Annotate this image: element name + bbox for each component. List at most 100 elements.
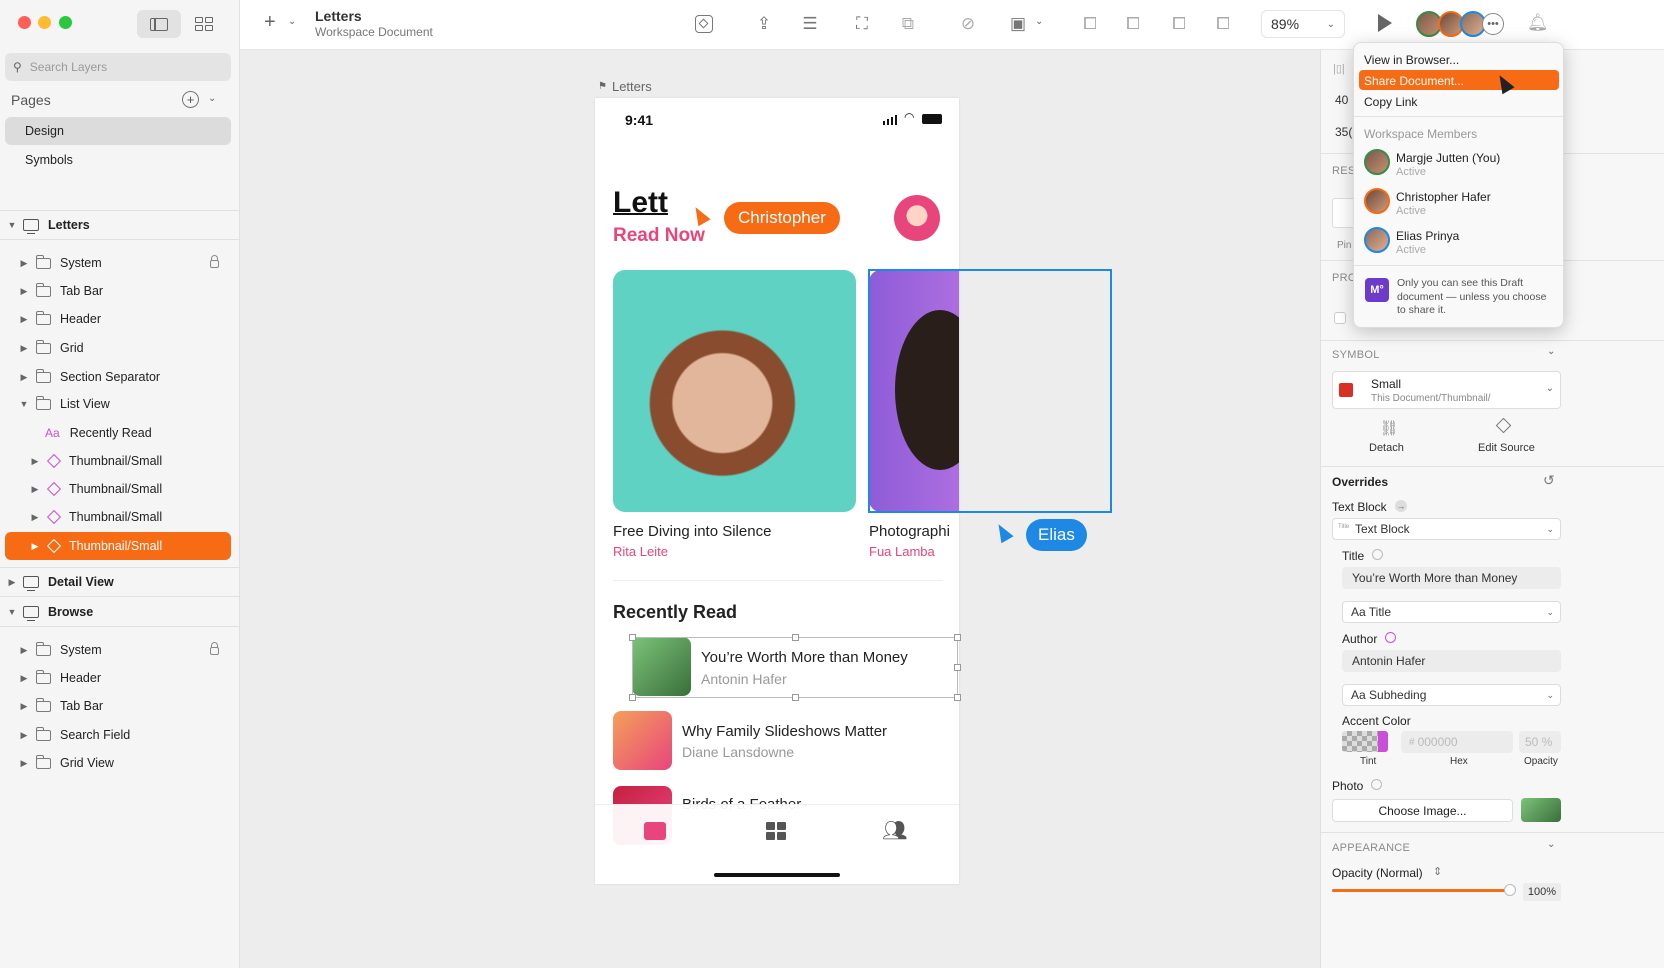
chevron-down-icon[interactable]: ⌄ — [208, 93, 216, 104]
layer-list-view[interactable]: ▼ List View — [5, 390, 231, 418]
opacity-mode-label[interactable]: Opacity (Normal) — [1332, 866, 1423, 880]
chevron-right-icon: ▶ — [31, 511, 39, 522]
more-icon[interactable]: ••• — [1482, 13, 1504, 35]
layer-tab-bar[interactable]: ▶ Tab Bar — [5, 692, 231, 720]
hex-input[interactable]: #000000 — [1401, 731, 1513, 753]
layer-thumbnail-small[interactable]: ▶ Thumbnail/Small — [5, 447, 231, 475]
layer-artboard-detail-view[interactable]: ▶ Detail View — [5, 568, 231, 596]
symbol-select[interactable]: Small This Document/Thumbnail/ ⌄ — [1332, 371, 1561, 409]
layers-icon[interactable] — [1371, 779, 1382, 790]
chevron-down-icon[interactable]: ⌄ — [1035, 16, 1043, 27]
layers-icon[interactable] — [1385, 632, 1396, 643]
lock-icon[interactable] — [210, 255, 219, 268]
lock-icon[interactable] — [210, 642, 219, 655]
tab-people-icon[interactable]: 👥︎ — [882, 818, 907, 843]
artboard-icon — [23, 576, 39, 591]
text-block-select[interactable]: Title Text Block ⌄ — [1332, 518, 1561, 540]
bell-icon[interactable]: 🔔︎ — [1527, 13, 1549, 33]
title-style-select[interactable]: Aa Title ⌄ — [1342, 601, 1561, 623]
menu-item-share-document[interactable]: Share Document... — [1364, 74, 1464, 88]
tab-grid-icon[interactable] — [766, 822, 786, 840]
subtract-icon[interactable]: ⧠ — [1122, 13, 1144, 35]
reset-icon[interactable]: ↺ — [1543, 472, 1555, 489]
layer-header[interactable]: ▶ Header — [5, 305, 231, 333]
layers-icon[interactable] — [1372, 549, 1383, 560]
layer-recently-read[interactable]: Aa Recently Read — [5, 419, 231, 447]
chevron-down-icon[interactable]: ⌄ — [288, 16, 296, 27]
resize-handle[interactable] — [792, 694, 799, 701]
layer-header[interactable]: ▶ Header — [5, 664, 231, 692]
profile-avatar[interactable] — [894, 195, 940, 241]
create-symbol-icon[interactable] — [693, 13, 715, 35]
intersect-icon[interactable]: ⧠ — [1168, 13, 1190, 35]
chevron-right-icon: ▶ — [20, 313, 28, 324]
tab-inbox-icon[interactable] — [644, 822, 666, 840]
zoom-select[interactable]: 89% ⌄ — [1261, 10, 1345, 38]
author-input[interactable]: Antonin Hafer — [1342, 650, 1561, 672]
choose-image-button[interactable]: Choose Image... — [1332, 799, 1513, 822]
components-view-toggle[interactable] — [182, 10, 226, 38]
frame-icon[interactable]: ⛶ — [851, 13, 873, 35]
layer-search-field[interactable]: ▶ Search Field — [5, 721, 231, 749]
opacity-input[interactable]: 50 % — [1519, 731, 1561, 753]
resize-handle[interactable] — [954, 634, 961, 641]
layer-tab-bar[interactable]: ▶ Tab Bar — [5, 277, 231, 305]
play-icon[interactable] — [1378, 14, 1392, 32]
add-page-icon[interactable]: + — [182, 91, 199, 108]
opacity-slider-thumb[interactable] — [1504, 884, 1516, 896]
difference-icon[interactable]: ⧠ — [1212, 13, 1234, 35]
checkbox[interactable] — [1334, 312, 1346, 324]
layer-system[interactable]: ▶ System — [5, 249, 231, 277]
layer-thumbnail-small-selected[interactable]: ▶ Thumbnail/Small — [5, 532, 231, 560]
resize-handle[interactable] — [954, 694, 961, 701]
resize-icon[interactable]: ▣ — [1007, 13, 1029, 35]
canvas-view-toggle[interactable] — [137, 10, 181, 38]
artboard-label[interactable]: ⚑ Letters — [598, 79, 652, 94]
close-window-button[interactable] — [18, 16, 31, 29]
menu-item-copy-link[interactable]: Copy Link — [1364, 95, 1417, 109]
photo-thumbnail[interactable] — [1521, 798, 1561, 822]
layer-grid[interactable]: ▶ Grid — [5, 334, 231, 362]
opacity-value[interactable]: 100% — [1523, 883, 1561, 901]
page-item-design[interactable]: Design — [5, 117, 231, 145]
transform-icon[interactable]: ⧉ — [897, 13, 919, 35]
card-image-free-diving[interactable] — [613, 270, 856, 512]
author-style-select[interactable]: Aa Subheding ⌄ — [1342, 684, 1561, 706]
edit-path-icon[interactable]: ⊘ — [957, 13, 979, 35]
page-item-symbols[interactable]: Symbols — [5, 146, 231, 174]
resize-handle[interactable] — [629, 634, 636, 641]
stepper-icon[interactable]: ⇕ — [1433, 865, 1442, 878]
menu-item-view-in-browser[interactable]: View in Browser... — [1364, 53, 1459, 67]
arrow-right-icon[interactable]: → — [1395, 500, 1407, 512]
members-header: Workspace Members — [1364, 127, 1478, 141]
layer-label: List View — [60, 397, 110, 411]
layer-artboard-letters[interactable]: ▼ Letters — [5, 211, 231, 239]
insert-plus-icon[interactable]: + — [264, 11, 276, 34]
resize-handle[interactable] — [792, 634, 799, 641]
layer-artboard-browse[interactable]: ▼ Browse — [5, 598, 231, 626]
layer-thumbnail-small[interactable]: ▶ Thumbnail/Small — [5, 475, 231, 503]
chevron-down-icon[interactable]: ⌄ — [1547, 839, 1555, 850]
layer-grid-view[interactable]: ▶ Grid View — [5, 749, 231, 777]
layer-system[interactable]: ▶ System — [5, 636, 231, 664]
union-icon[interactable]: ⧠ — [1079, 13, 1101, 35]
align-icon[interactable]: ☰ — [799, 13, 821, 35]
layer-thumbnail-small[interactable]: ▶ Thumbnail/Small — [5, 503, 231, 531]
member-name: Elias Prinya — [1396, 229, 1460, 243]
tint-swatch[interactable] — [1342, 731, 1388, 752]
export-icon[interactable]: ⇪ — [753, 13, 775, 35]
chevron-down-icon[interactable]: ⌄ — [1547, 346, 1555, 357]
minimize-window-button[interactable] — [38, 16, 51, 29]
edit-source-button[interactable]: Edit Source — [1478, 442, 1535, 454]
layer-section-separator[interactable]: ▶ Section Separator — [5, 363, 231, 391]
edit-source-icon[interactable] — [1495, 417, 1512, 434]
zoom-window-button[interactable] — [59, 16, 72, 29]
list-thumbnail[interactable] — [613, 711, 672, 770]
title-input[interactable]: You’re Worth More than Money — [1342, 567, 1561, 589]
detach-icon[interactable]: ⛓︎ — [1379, 419, 1399, 437]
search-layers-input[interactable]: ⚲ Search Layers — [5, 53, 231, 81]
resize-handle[interactable] — [629, 694, 636, 701]
resize-handle[interactable] — [954, 664, 961, 671]
detach-button[interactable]: Detach — [1369, 442, 1404, 454]
opacity-slider[interactable] — [1332, 889, 1512, 892]
